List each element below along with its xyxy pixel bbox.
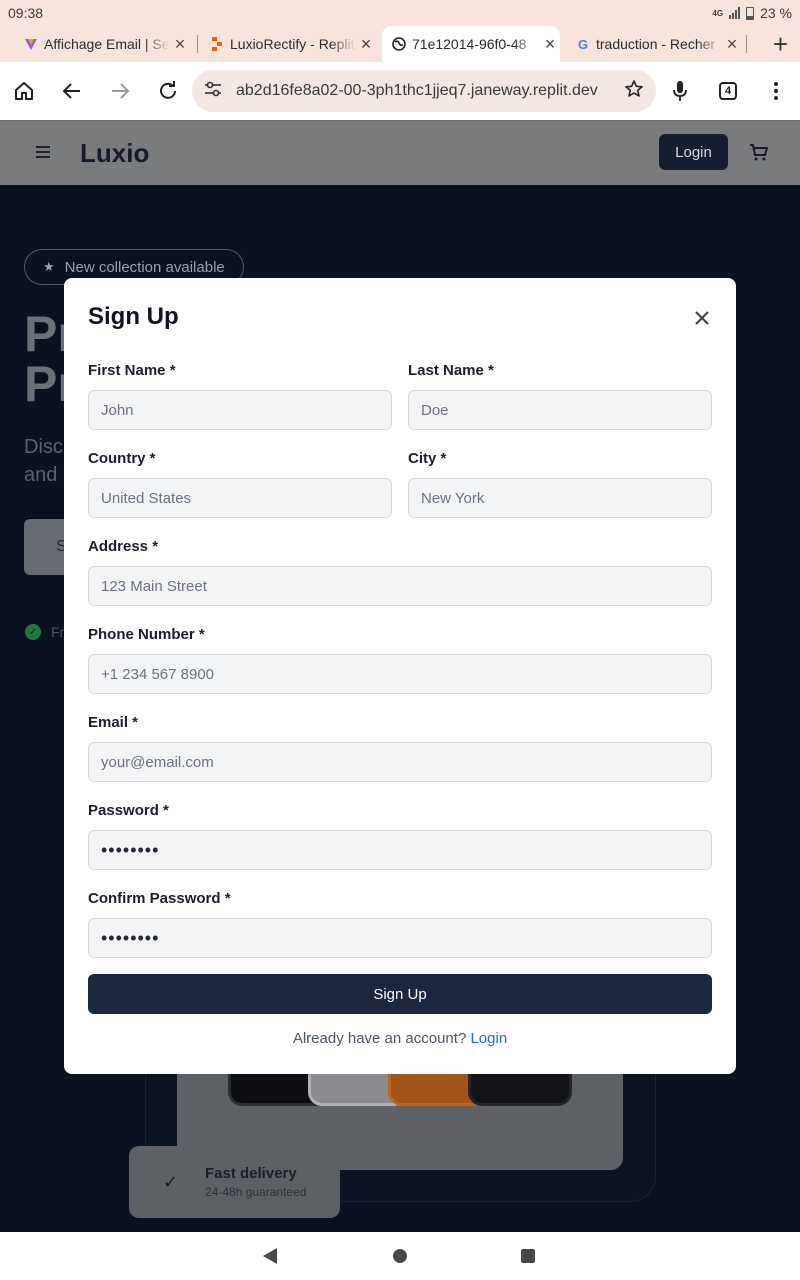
address-input[interactable] — [88, 566, 712, 606]
tab-proton-mail[interactable]: Affichage Email | Se × — [24, 26, 190, 62]
password-label: Password * — [88, 802, 169, 819]
check-circle-icon: ✓ — [25, 624, 41, 640]
close-tab-icon[interactable]: × — [540, 34, 560, 55]
tab-label: LuxioRectify - Replit — [230, 36, 355, 52]
reload-icon[interactable] — [155, 78, 181, 104]
tab-divider — [746, 35, 747, 53]
signal-icon — [729, 7, 741, 19]
network-type: 4G — [712, 8, 724, 18]
tab-google[interactable]: G traduction - Recher × — [576, 26, 742, 62]
new-tab-icon[interactable]: + — [773, 30, 788, 58]
login-prompt: Already have an account? Login — [64, 1030, 736, 1047]
system-home-icon[interactable] — [393, 1249, 407, 1263]
tab-label: traduction - Recher — [596, 36, 716, 52]
home-icon[interactable] — [11, 78, 37, 104]
hero-feature: ✓ Fr — [25, 624, 64, 640]
address-bar[interactable]: ab2d16fe8a02-00-3ph1thc1jjeq7.janeway.re… — [192, 70, 656, 112]
battery-icon — [746, 6, 755, 20]
tab-replit[interactable]: LuxioRectify - Replit × — [210, 26, 376, 62]
hero-subtitle-line: and — [24, 464, 58, 486]
tab-count: 4 — [719, 82, 737, 100]
delivery-subtitle: 24-48h guaranteed — [205, 1185, 307, 1199]
forward-arrow-icon[interactable] — [107, 78, 133, 104]
first-name-label: First Name * — [88, 362, 176, 379]
cart-icon[interactable] — [749, 143, 769, 161]
address-label: Address * — [88, 538, 159, 555]
close-tab-icon[interactable]: × — [170, 34, 190, 55]
tab-divider — [197, 35, 198, 53]
last-name-input[interactable] — [408, 390, 712, 430]
proton-logo-icon — [24, 37, 38, 51]
password-input[interactable] — [88, 830, 712, 870]
city-input[interactable] — [408, 478, 712, 518]
header-login-button[interactable]: Login — [659, 134, 728, 170]
hamburger-menu-icon[interactable] — [36, 146, 50, 158]
country-label: Country * — [88, 450, 156, 467]
battery-level: 23 % — [760, 5, 792, 21]
modal-title: Sign Up — [88, 303, 179, 330]
email-label: Email * — [88, 714, 139, 731]
system-nav-bar — [0, 1232, 800, 1280]
login-prompt-text: Already have an account? — [292, 1030, 467, 1047]
status-time: 09:38 — [8, 5, 44, 21]
microphone-icon[interactable] — [667, 78, 693, 104]
bookmark-star-icon[interactable] — [624, 79, 644, 104]
replit-logo-icon — [210, 37, 224, 51]
hero-feature-text: Fr — [51, 624, 65, 640]
hero-subtitle: Disc and — [24, 433, 63, 489]
first-name-input[interactable] — [88, 390, 392, 430]
phone-input[interactable] — [88, 654, 712, 694]
confirm-password-label: Confirm Password * — [88, 890, 231, 907]
browser-toolbar: ab2d16fe8a02-00-3ph1thc1jjeq7.janeway.re… — [0, 62, 800, 120]
tab-label: Affichage Email | Se — [44, 36, 170, 52]
status-bar: 09:38 4G 23 % — [0, 0, 800, 26]
phone-label: Phone Number * — [88, 626, 205, 643]
signup-modal: Sign Up First Name * Last Name * Country… — [64, 278, 736, 1074]
confirm-password-input[interactable] — [88, 918, 712, 958]
city-label: City * — [408, 450, 447, 467]
fast-delivery-card: ✓ Fast delivery 24-48h guaranteed — [129, 1146, 340, 1218]
checkmark-icon: ✓ — [163, 1171, 179, 1192]
more-menu-icon[interactable] — [763, 78, 789, 104]
globe-icon — [392, 37, 406, 51]
close-icon[interactable] — [692, 308, 712, 328]
hero-subtitle-line: Disc — [24, 436, 63, 458]
tab-label: 71e12014-96f0-48 — [412, 36, 527, 52]
google-logo-icon: G — [577, 36, 589, 52]
system-back-icon[interactable] — [263, 1248, 277, 1264]
close-tab-icon[interactable]: × — [722, 34, 742, 55]
close-tab-icon[interactable]: × — [356, 34, 376, 55]
system-recents-icon[interactable] — [521, 1249, 535, 1263]
site-settings-icon[interactable] — [204, 81, 222, 102]
badge-text: New collection available — [64, 258, 225, 276]
signup-submit-button[interactable]: Sign Up — [88, 974, 712, 1014]
url-text[interactable]: ab2d16fe8a02-00-3ph1thc1jjeq7.janeway.re… — [236, 82, 624, 100]
tab-current[interactable]: 71e12014-96f0-48 × — [382, 26, 560, 62]
back-arrow-icon[interactable] — [59, 78, 85, 104]
login-link[interactable]: Login — [470, 1030, 507, 1047]
email-input[interactable] — [88, 742, 712, 782]
status-icons: 4G 23 % — [712, 5, 792, 21]
last-name-label: Last Name * — [408, 362, 494, 379]
delivery-title: Fast delivery — [205, 1165, 297, 1182]
tab-strip: Affichage Email | Se × LuxioRectify - Re… — [0, 26, 800, 62]
tab-switcher-icon[interactable]: 4 — [715, 78, 741, 104]
site-logo[interactable]: Luxio — [80, 138, 149, 169]
country-input[interactable] — [88, 478, 392, 518]
star-icon: ★ — [43, 259, 55, 274]
